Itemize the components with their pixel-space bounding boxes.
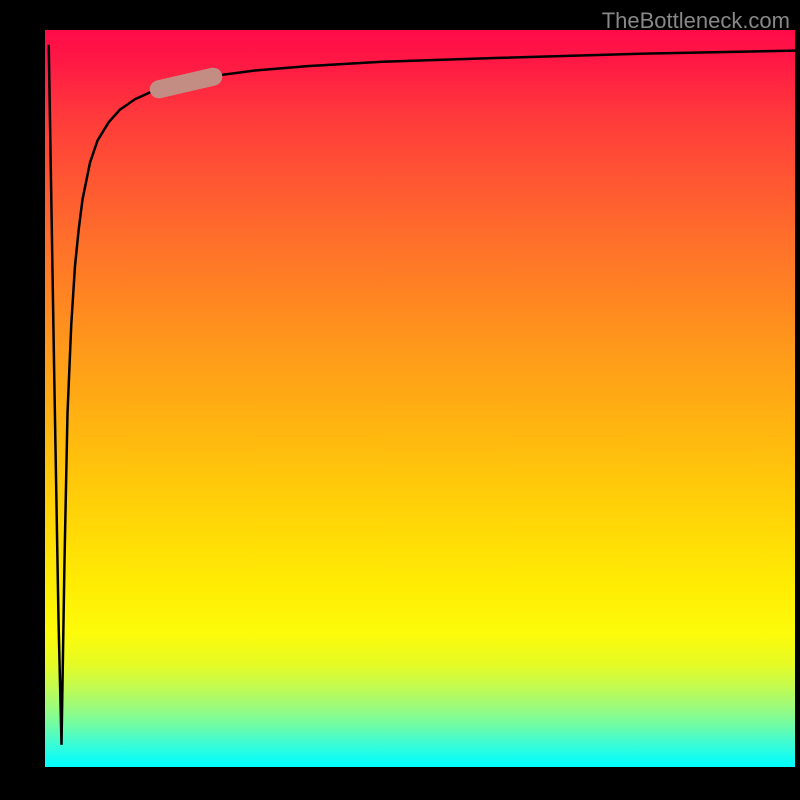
chart-container: TheBottleneck.com [0,0,800,800]
curve-svg [45,30,795,767]
x-axis [0,767,800,800]
bottleneck-curve [49,45,795,745]
axis-corner [0,0,45,30]
y-axis [0,30,45,767]
watermark-text: TheBottleneck.com [602,8,790,34]
plot-area [45,30,795,767]
